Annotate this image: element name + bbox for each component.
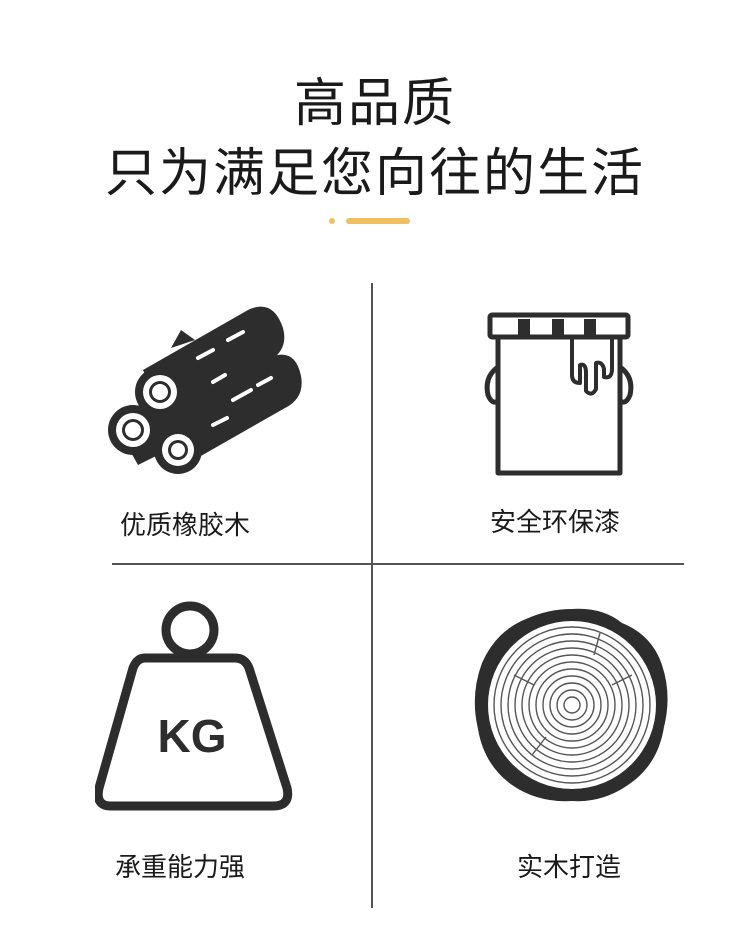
wood-logs-icon [108,306,302,474]
kg-weight-icon: KG [95,601,293,811]
horizontal-divider [112,563,684,565]
tree-ring-icon [474,608,668,802]
page-subtitle: 只为满足您向往的生活 [104,144,645,204]
vertical-divider [371,283,373,908]
accent-dot [329,218,335,224]
feature-label-load-capacity: 承重能力强 [115,853,246,883]
page-title: 高品质 [293,74,456,134]
paint-bucket-icon [484,312,634,476]
accent-bar [346,218,410,224]
feature-label-rubberwood: 优质橡胶木 [120,511,251,541]
feature-label-eco-paint: 安全环保漆 [490,508,621,538]
kg-weight-text: KG [158,710,227,762]
feature-label-solid-wood: 实木打造 [517,853,622,883]
